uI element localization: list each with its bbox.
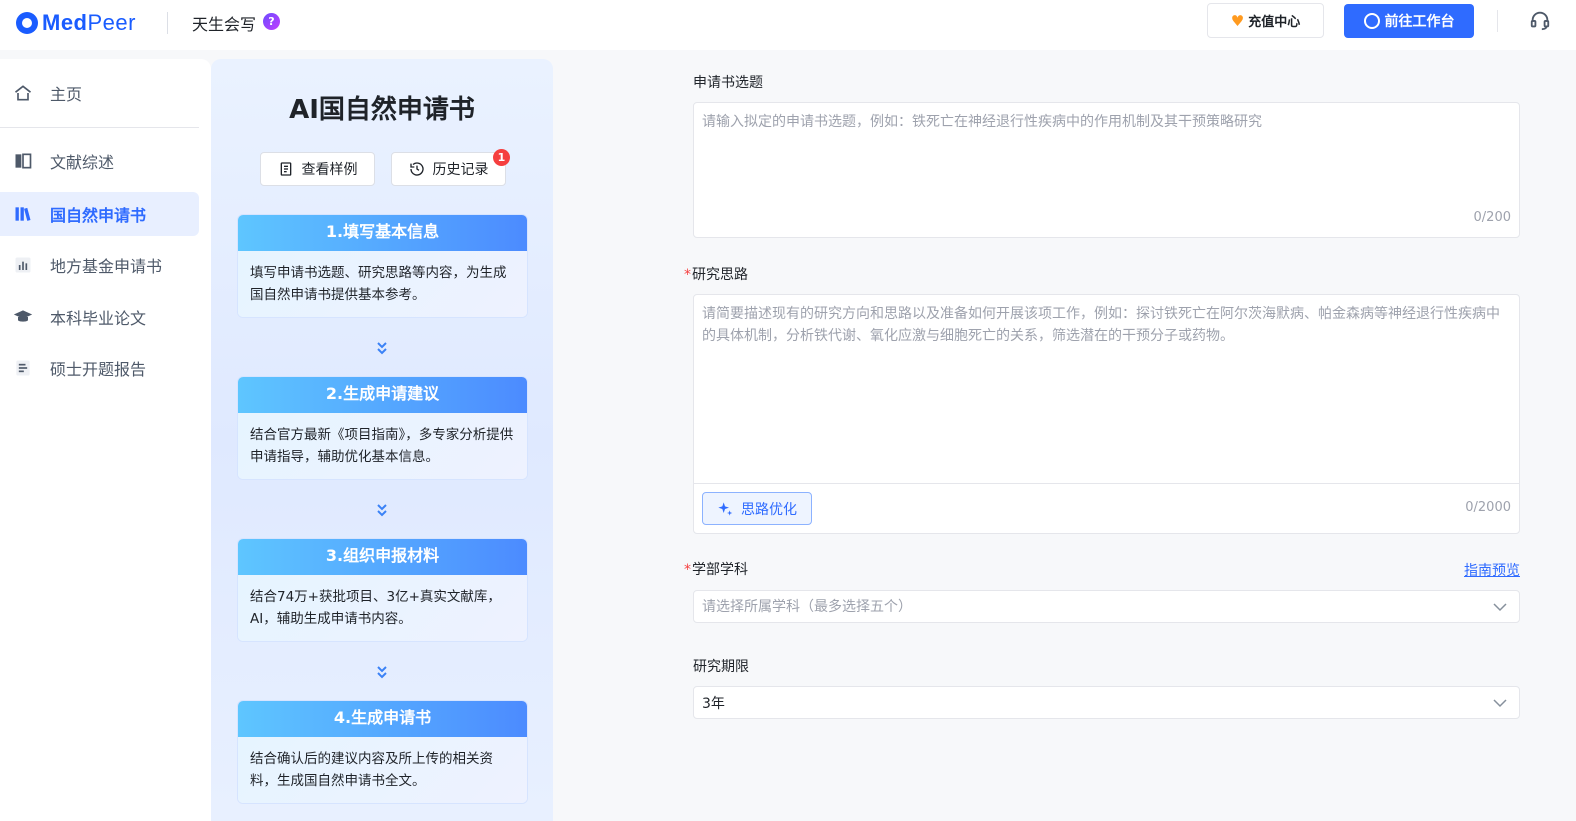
history-label: 历史记录 [432,162,489,178]
chevron-down-icon [1493,603,1507,612]
sidebar-divider [0,127,199,128]
step-card: 2.生成申请建议 结合官方最新《项目指南》，多专家分析提供申请指导，辅助优化基本… [237,376,528,480]
step-description: 结合确认后的建议内容及所上传的相关资料，生成国自然申请书全文。 [238,737,527,803]
workbench-button[interactable]: 前往工作台 [1344,4,1474,38]
history-badge: 1 [493,149,510,166]
top-header: MedPeer 天生会写 ? ♥ 充值中心 前往工作台 [0,0,1576,50]
sidebar-item-label: 主页 [50,85,83,104]
topic-textarea[interactable]: 请输入拟定的申请书选题，例如：铁死亡在神经退行性疾病中的作用机制及其干预策略研究… [693,102,1520,238]
optimize-idea-button[interactable]: 思路优化 [702,492,812,525]
discipline-select[interactable]: 请选择所属学科（最多选择五个） [693,590,1520,623]
topic-placeholder: 请输入拟定的申请书选题，例如：铁死亡在神经退行性疾病中的作用机制及其干预策略研究 [702,114,1262,130]
chevron-down-icon [1493,699,1507,708]
step-description: 结合74万+获批项目、3亿+真实文献库，AI，辅助生成申请书内容。 [238,575,527,641]
sidebar-item-home[interactable]: 主页 [0,71,199,115]
step-card: 3.组织申报材料 结合74万+获批项目、3亿+真实文献库，AI，辅助生成申请书内… [237,538,528,642]
recharge-label: 充值中心 [1248,15,1301,30]
idea-placeholder: 请简要描述现有的研究方向和思路以及准备如何开展该项工作，例如：探讨铁死亡在阿尔茨… [702,306,1500,344]
guide-preview-link[interactable]: 指南预览 [1464,560,1520,580]
sidebar: 主页 文献综述 国自然申请书 地方基金申请书 本科毕业论文 硕士开题报告 [0,59,211,821]
help-icon[interactable]: ? [263,13,280,30]
required-mark: * [684,562,691,578]
idea-textarea[interactable]: 请简要描述现有的研究方向和思路以及准备如何开展该项工作，例如：探讨铁死亡在阿尔茨… [693,294,1520,534]
idea-counter: 0/2000 [1465,500,1511,515]
steps-panel: AI国自然申请书 查看样例 历史记录 1.填写基本信息 填写申请书选题、研究思路… [211,59,553,821]
sidebar-item-label: 文献综述 [50,153,115,172]
chevron-double-down-icon [375,503,389,517]
step-title: 4.生成申请书 [238,701,527,737]
graduation-cap-icon [12,306,34,328]
chevron-double-down-icon [375,341,389,355]
recharge-button[interactable]: ♥ 充值中心 [1207,3,1324,38]
idea-label: *研究思路 [684,267,748,283]
sidebar-item-literature-review[interactable]: 文献综述 [0,139,199,183]
step-title: 3.组织申报材料 [238,539,527,575]
period-select[interactable]: 3年 [693,686,1520,719]
period-label: 研究期限 [693,659,749,675]
logo-text: MedPeer [42,10,136,35]
sidebar-item-label: 硕士开题报告 [50,360,147,379]
period-value: 3年 [702,695,725,712]
app-name: 天生会写 [192,15,257,34]
book-icon [12,150,34,172]
medpeer-logo[interactable]: MedPeer [16,10,136,36]
workbench-label: 前往工作台 [1384,14,1455,30]
report-icon [12,357,34,379]
headset-icon[interactable] [1529,9,1551,31]
view-sample-button[interactable]: 查看样例 [260,152,375,186]
sparkle-icon [718,501,733,516]
step-card: 4.生成申请书 结合确认后的建议内容及所上传的相关资料，生成国自然申请书全文。 [237,700,528,804]
step-title: 2.生成申请建议 [238,377,527,413]
history-icon [409,162,424,176]
home-icon [12,82,34,104]
step-title: 1.填写基本信息 [238,215,527,251]
header-divider [1497,10,1498,32]
sidebar-item-label: 地方基金申请书 [50,257,163,276]
logo-mark-icon [16,12,38,34]
sidebar-item-label: 国自然申请书 [50,206,147,225]
sidebar-item-local-fund[interactable]: 地方基金申请书 [0,243,199,287]
optimize-label: 思路优化 [741,501,797,518]
discipline-placeholder: 请选择所属学科（最多选择五个） [702,598,912,615]
discipline-label: *学部学科 [684,562,748,578]
diamond-heart-icon: ♥ [1230,11,1245,30]
view-sample-label: 查看样例 [301,162,358,178]
sidebar-item-label: 本科毕业论文 [50,309,147,328]
history-button[interactable]: 历史记录 [391,152,506,186]
chart-icon [12,254,34,276]
topic-label: 申请书选题 [693,75,763,91]
sidebar-item-nsfc-application[interactable]: 国自然申请书 [0,192,199,236]
workbench-icon [1363,13,1380,29]
document-icon [280,162,291,176]
library-icon [12,203,34,225]
step-description: 填写申请书选题、研究思路等内容，为生成国自然申请书提供基本参考。 [238,251,527,317]
sidebar-item-master-proposal[interactable]: 硕士开题报告 [0,346,199,390]
steps-title: AI国自然申请书 [289,95,475,125]
required-mark: * [684,267,691,283]
header-divider [167,12,168,34]
step-description: 结合官方最新《项目指南》，多专家分析提供申请指导，辅助优化基本信息。 [238,413,527,479]
topic-counter: 0/200 [1473,210,1511,225]
textarea-divider [694,483,1519,484]
step-card: 1.填写基本信息 填写申请书选题、研究思路等内容，为生成国自然申请书提供基本参考… [237,214,528,318]
sidebar-item-undergrad-thesis[interactable]: 本科毕业论文 [0,295,199,339]
chevron-double-down-icon [375,665,389,679]
